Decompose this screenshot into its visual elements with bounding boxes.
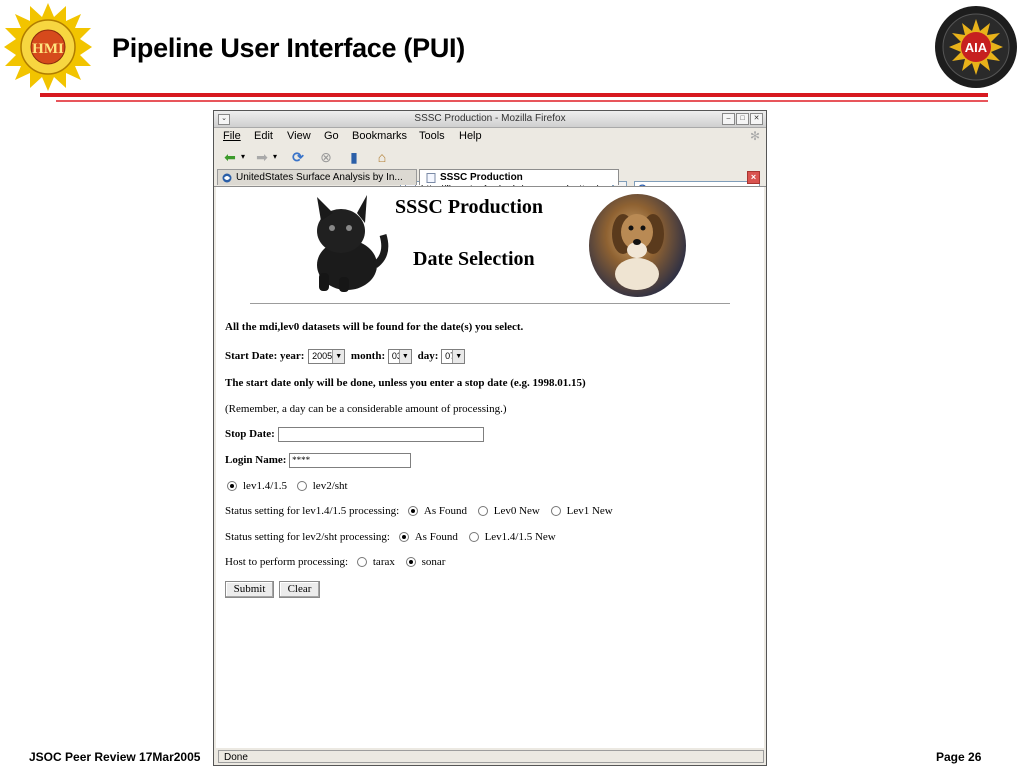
close-tab-icon[interactable]: × xyxy=(747,171,760,184)
content-divider xyxy=(250,303,730,304)
window-menu-icon[interactable]: ⌄ xyxy=(218,114,230,125)
footer-left: JSOC Peer Review 17Mar2005 xyxy=(29,750,201,764)
radio-lev2sht-label: lev2/sht xyxy=(312,480,348,492)
form-buttons: Submit Clear xyxy=(225,581,425,598)
page-subheading: Date Selection xyxy=(413,248,535,270)
intro-text: All the mdi,lev0 datasets will be found … xyxy=(225,321,524,333)
start-date-row: Start Date: year: 2005 ▼ month: 03 ▼ day: … xyxy=(225,349,466,364)
hmi-logo: HMI xyxy=(4,3,92,91)
navigation-toolbar: ⬅ ▾ ➡ ▾ ⟳ ⊗ ▮ ⌂ http://flop.stanford.edu… xyxy=(214,145,766,197)
radio-status15-lev0-new[interactable] xyxy=(477,506,488,517)
radio-statussht-as-found[interactable] xyxy=(398,532,409,543)
host-row: Host to perform processing: tarax sonar xyxy=(225,556,446,568)
start-date-label: Start Date: year: xyxy=(225,350,305,363)
clear-button[interactable]: Clear xyxy=(279,581,320,598)
level-options-row: lev1.4/1.5 lev2/sht xyxy=(225,480,348,492)
back-icon[interactable]: ⬅ xyxy=(220,148,240,166)
page-heading: SSSC Production xyxy=(395,196,544,218)
status-sht-label: Status setting for lev2/sht processing: xyxy=(225,531,390,543)
minimize-icon[interactable]: – xyxy=(722,113,735,125)
menu-tools[interactable]: Tools xyxy=(419,130,445,142)
status15-row: Status setting for lev1.4/1.5 processing… xyxy=(225,505,613,517)
title-rule xyxy=(40,93,988,97)
chevron-down-icon: ▼ xyxy=(452,350,465,363)
page-number: Page 26 xyxy=(936,750,982,764)
tab-favicon-icon xyxy=(222,173,232,183)
page-content: SSSC Production Date Selection All the m… xyxy=(216,187,764,748)
stop-date-field[interactable] xyxy=(277,427,484,442)
menu-bar: File Edit View Go Bookmarks Tools Help ✻ xyxy=(214,128,766,145)
day-select[interactable]: 07 ▼ xyxy=(441,349,466,364)
radio-status15-lev1-new[interactable] xyxy=(550,506,561,517)
menu-help[interactable]: Help xyxy=(459,130,482,142)
tab-label: UnitedStates Surface Analysis by In... xyxy=(236,172,403,183)
radio-lev15-label: lev1.4/1.5 xyxy=(243,480,287,492)
svg-text:HMI: HMI xyxy=(32,41,64,57)
radio-statussht-lev15-new[interactable] xyxy=(468,532,479,543)
radio-lev2sht[interactable] xyxy=(296,481,307,492)
status15-label: Status setting for lev1.4/1.5 processing… xyxy=(225,505,400,517)
login-row: Login Name: **** xyxy=(225,453,412,468)
kitten-image xyxy=(317,195,389,292)
start-only-note: The start date only will be done, unless… xyxy=(225,377,586,389)
tab-sssc-production[interactable]: SSSC Production xyxy=(419,169,619,185)
tab-strip: UnitedStates Surface Analysis by In... S… xyxy=(214,169,766,187)
close-window-icon[interactable]: ✕ xyxy=(750,113,763,125)
browser-window: ⌄ SSSC Production - Mozilla Firefox – □ … xyxy=(213,110,767,766)
reload-icon[interactable]: ⟳ xyxy=(288,148,308,166)
status-bar: Done xyxy=(218,750,764,763)
slide-title: Pipeline User Interface (PUI) xyxy=(112,33,465,63)
login-label: Login Name: xyxy=(225,454,287,467)
host-label: Host to perform processing: xyxy=(225,556,349,568)
month-label: month: xyxy=(350,350,386,363)
svg-text:AIA: AIA xyxy=(965,40,988,55)
title-rule-secondary xyxy=(56,100,988,102)
window-titlebar: ⌄ SSSC Production - Mozilla Firefox – □ … xyxy=(214,111,766,128)
throbber-icon: ✻ xyxy=(750,129,761,143)
forward-dropdown-icon[interactable]: ▾ xyxy=(271,148,279,166)
day-label: day: xyxy=(417,350,439,363)
beagle-image xyxy=(589,194,686,297)
chevron-down-icon: ▼ xyxy=(332,350,345,363)
login-name-field[interactable]: **** xyxy=(289,453,412,468)
menu-bookmarks[interactable]: Bookmarks xyxy=(352,130,407,142)
remember-note: (Remember, a day can be a considerable a… xyxy=(225,403,507,415)
menu-view[interactable]: View xyxy=(287,130,311,142)
month-select[interactable]: 03 ▼ xyxy=(387,349,412,364)
back-dropdown-icon[interactable]: ▾ xyxy=(239,148,247,166)
tab-label: SSSC Production xyxy=(440,172,523,183)
tab-page-icon xyxy=(426,173,436,183)
radio-host-sonar[interactable] xyxy=(405,557,416,568)
home-icon[interactable]: ⌂ xyxy=(372,148,392,166)
menu-edit[interactable]: Edit xyxy=(254,130,273,142)
forward-icon[interactable]: ➡ xyxy=(252,148,272,166)
status-sht-row: Status setting for lev2/sht processing: … xyxy=(225,531,556,543)
radio-lev15[interactable] xyxy=(227,481,237,492)
radio-host-tarax[interactable] xyxy=(356,557,367,568)
maximize-icon[interactable]: □ xyxy=(736,113,749,125)
radio-status15-as-found[interactable] xyxy=(407,506,418,517)
stop-date-row: Stop Date: xyxy=(225,427,484,442)
menu-go[interactable]: Go xyxy=(324,130,339,142)
window-title: SSSC Production - Mozilla Firefox xyxy=(414,113,566,124)
year-select[interactable]: 2005 ▼ xyxy=(308,349,346,364)
menu-file[interactable]: File xyxy=(223,130,241,142)
stop-icon[interactable]: ⊗ xyxy=(316,148,336,166)
chevron-down-icon: ▼ xyxy=(398,350,411,363)
submit-button[interactable]: Submit xyxy=(225,581,274,598)
aia-logo: AIA xyxy=(934,5,1018,89)
stop-date-label: Stop Date: xyxy=(225,428,275,441)
tab-surface-analysis[interactable]: UnitedStates Surface Analysis by In... xyxy=(217,169,417,185)
bookmark-icon[interactable]: ▮ xyxy=(344,148,364,166)
